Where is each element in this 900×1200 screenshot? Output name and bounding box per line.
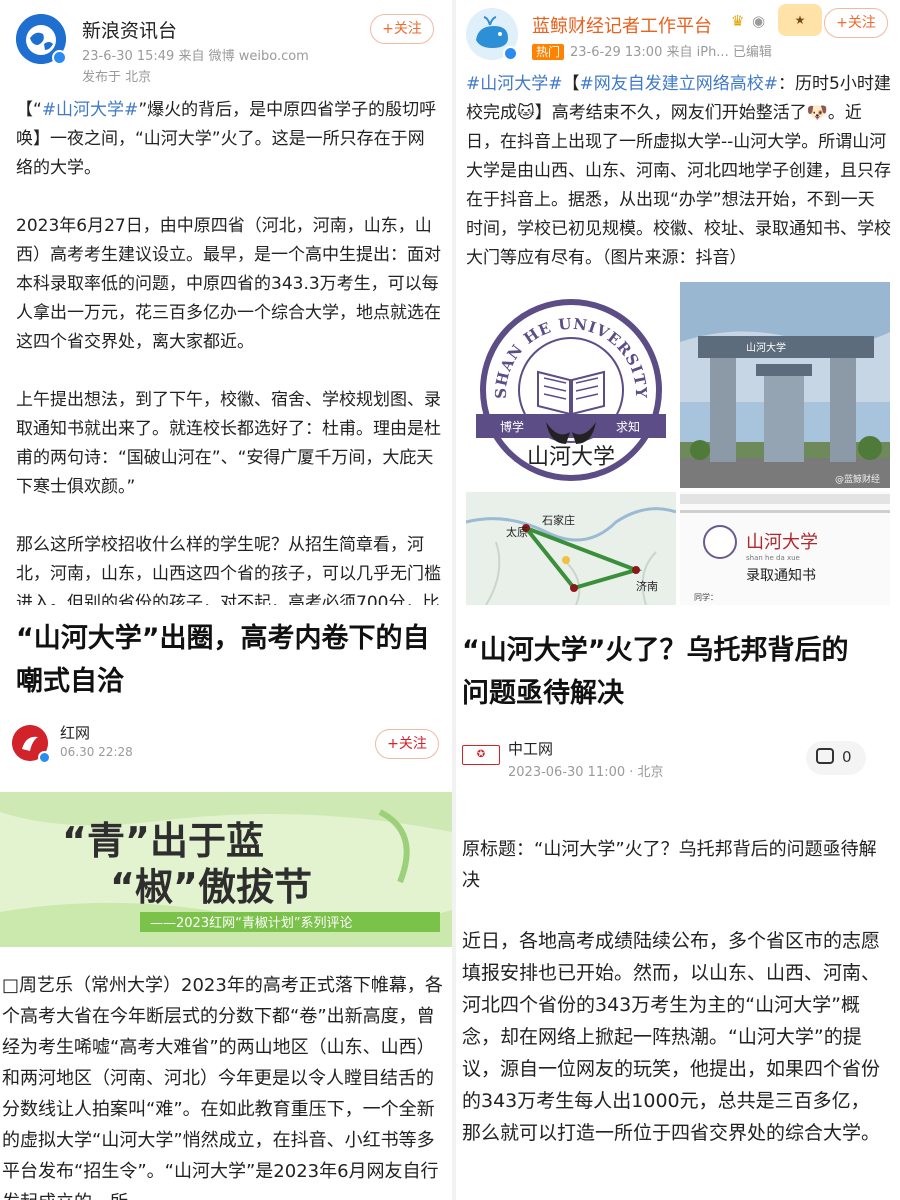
- hashtag-link[interactable]: #山河大学#: [42, 100, 139, 120]
- badge-left-motto: 博学: [500, 419, 524, 434]
- publish-date: 2023-06-30 11:00 · 北京: [508, 765, 664, 780]
- medal-icon: ◉: [752, 12, 766, 30]
- follow-button[interactable]: +关注: [370, 14, 434, 44]
- school-gate-image[interactable]: 山河大学 @蓝鲸财经: [680, 282, 890, 488]
- letter-field: 同学：: [694, 592, 718, 602]
- source-logo-icon: ✪: [462, 745, 500, 765]
- map-label-taiyuan: 太原: [506, 526, 528, 539]
- badge-right-motto: 求知: [616, 420, 640, 434]
- letter-school-name: 山河大学: [746, 532, 818, 553]
- comment-button[interactable]: 0: [806, 741, 866, 775]
- post-location: 发布于 北京: [82, 70, 152, 85]
- map-label-jinan: 济南: [636, 579, 658, 593]
- verified-badge-icon: [52, 50, 67, 65]
- publish-date: 06.30 22:28: [60, 745, 133, 759]
- original-title: 原标题：“山河大学”火了？乌托邦背后的问题亟待解决: [462, 839, 877, 891]
- series-banner-graphic: “青”出于蓝 “椒”傲拔节 ——2023红网“青椒计划”系列评论: [0, 792, 452, 947]
- location-map-graphic: 太原 石家庄 济南: [466, 492, 676, 605]
- comment-icon: [816, 748, 834, 764]
- dog-emoji-icon: 🐶: [806, 103, 828, 123]
- verified-badge-icon: [503, 46, 518, 61]
- map-label-shijiazhuang: 石家庄: [542, 513, 575, 527]
- article-title: “山河大学”出圈，高考内卷下的自嘲式自洽: [16, 623, 430, 697]
- hashtag-link[interactable]: #山河大学#: [466, 74, 563, 94]
- series-banner-image[interactable]: “青”出于蓝 “椒”傲拔节 ——2023红网“青椒计划”系列评论: [0, 792, 452, 947]
- hashtag-link[interactable]: #网友自发建立网络高校#: [580, 74, 779, 94]
- article-body: □周艺乐（常州大学）2023年的高考正式落下帷幕，各个高考大省在今年断层式的分数…: [2, 975, 443, 1200]
- source-name[interactable]: 红网: [60, 722, 90, 743]
- badge-school-name: 山河大学: [527, 445, 615, 470]
- crown-icon: ♛: [731, 12, 745, 30]
- follow-button[interactable]: +关注: [824, 8, 888, 38]
- admission-letter-image[interactable]: 山河大学 shan he da xue 录取通知书 同学：: [680, 492, 890, 605]
- gate-sign: 山河大学: [746, 341, 786, 354]
- post-meta: 23-6-30 15:49 来自 微博 weibo.com: [82, 49, 309, 64]
- source-name[interactable]: 中工网: [508, 738, 553, 759]
- article-body: 近日，各地高考成绩陆续公布，多个省区市的志愿填报安排也已开始。然而，以山东、山西…: [462, 930, 881, 1144]
- article-hongwang: “山河大学”出圈，高考内卷下的自嘲式自洽 红网 06.30 22:28 +关注 …: [0, 605, 452, 1200]
- gate-watermark: @蓝鲸财经: [835, 473, 880, 485]
- weibo-post-sina: 新浪资讯台 23-6-30 15:49 来自 微博 weibo.com 发布于 …: [0, 0, 452, 605]
- location-map-image[interactable]: 太原 石家庄 济南: [466, 492, 676, 605]
- article-title: “山河大学”火了？乌托邦背后的问题亟待解决: [462, 635, 849, 709]
- comment-count: 0: [842, 748, 852, 766]
- school-badge-image[interactable]: SHAN HE UNIVERSITY 博学 求知 山河大学: [466, 282, 676, 488]
- weibo-post-lanjing: 蓝鲸财经记者工作平台 ♛ ◉ ★ 热门 23-6-29 13:00 来自 iPh.…: [456, 0, 900, 605]
- account-name[interactable]: 蓝鲸财经记者工作平台: [532, 12, 712, 38]
- banner-line-1: “青”出于蓝: [62, 819, 264, 863]
- banner-line-3: ——2023红网“青椒计划”系列评论: [150, 915, 353, 931]
- sticker-icon: ★: [778, 4, 822, 36]
- cat-emoji-icon: 🐱: [517, 103, 535, 123]
- verified-badge-icon: [38, 751, 51, 764]
- article-zhonggong: “山河大学”火了？乌托邦背后的问题亟待解决 ✪ 中工网 2023-06-30 1…: [456, 605, 900, 1200]
- school-badge-graphic: SHAN HE UNIVERSITY 博学 求知 山河大学: [476, 299, 666, 481]
- post-header: 新浪资讯台 23-6-30 15:49 来自 微博 weibo.com 发布于 …: [0, 0, 452, 92]
- post-text: 【“#山河大学#”爆火的背后，是中原四省学子的殷切呼唤】一夜之间，“山河大学”火…: [16, 100, 441, 605]
- letter-subtitle: 录取通知书: [746, 567, 816, 584]
- post-text: #山河大学#【#网友自发建立网络高校#：历时5小时建校完成🐱】高考结束不久，网友…: [466, 74, 891, 268]
- account-name[interactable]: 新浪资讯台: [82, 16, 177, 43]
- school-gate-graphic: 山河大学 @蓝鲸财经: [680, 282, 890, 488]
- banner-line-2: “椒”傲拔节: [110, 865, 312, 909]
- post-meta: 热门 23-6-29 13:00 来自 iPh... 已编辑: [532, 41, 772, 60]
- follow-button[interactable]: +关注: [375, 729, 439, 759]
- letter-pinyin: shan he da xue: [746, 554, 800, 562]
- hot-tag: 热门: [532, 44, 565, 60]
- admission-letter-graphic: 山河大学 shan he da xue 录取通知书 同学：: [680, 492, 890, 605]
